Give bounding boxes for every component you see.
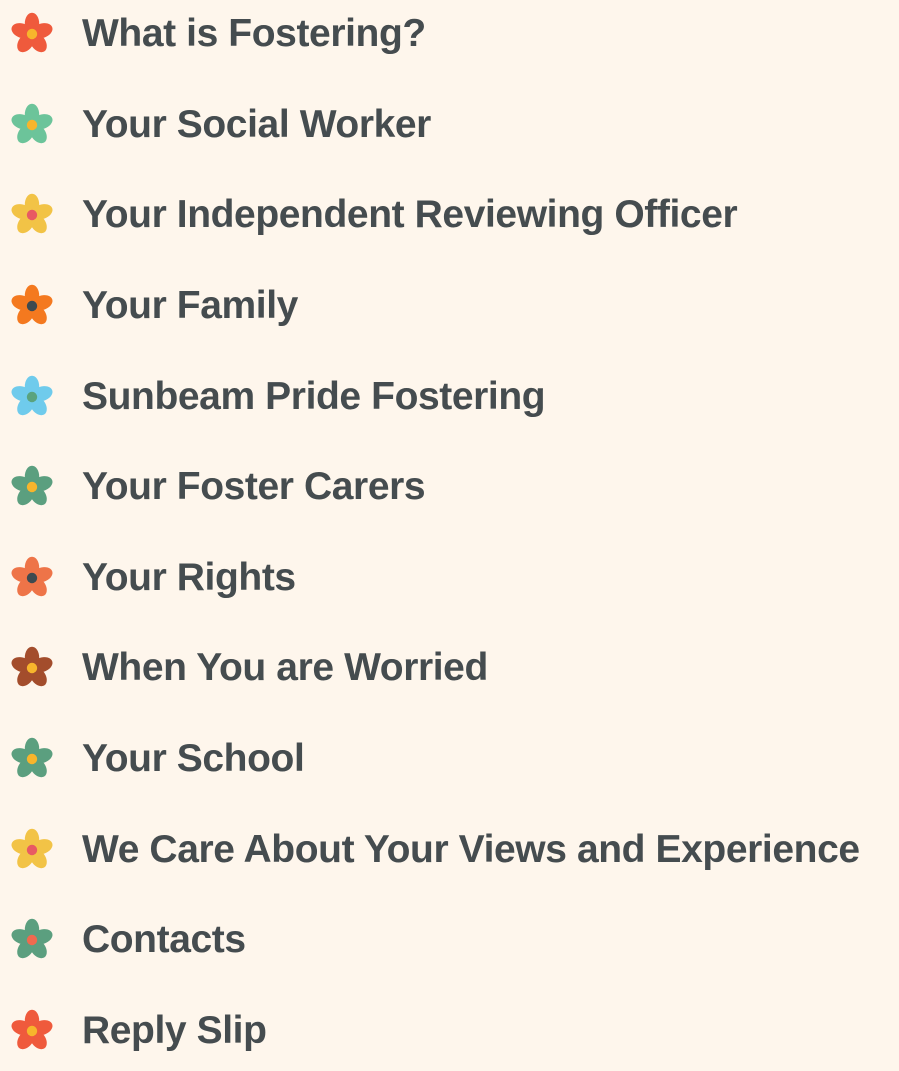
flower-icon-graphic [11, 465, 53, 506]
flower-icon-graphic [11, 284, 53, 325]
flower-icon [9, 374, 55, 420]
flower-icon-graphic [11, 737, 53, 778]
flower-icon [9, 555, 55, 601]
menu-item-label: Reply Slip [82, 1009, 267, 1052]
flower-center [26, 572, 38, 584]
flower-icon-graphic [11, 375, 53, 416]
flower-center [26, 1025, 38, 1037]
flower-center [26, 391, 38, 403]
menu-item-your-foster-carers[interactable]: Your Foster Carers [0, 447, 899, 527]
menu-item-your-family[interactable]: Your Family [0, 266, 899, 346]
flower-icon [9, 736, 55, 782]
flower-icon [9, 827, 55, 873]
menu-item-label: Your Independent Reviewing Officer [82, 193, 738, 236]
menu-item-contacts[interactable]: Contacts [0, 900, 899, 980]
menu-item-reply-slip[interactable]: Reply Slip [0, 991, 899, 1071]
menu-item-your-social-worker[interactable]: Your Social Worker [0, 85, 899, 165]
flower-icon-graphic [11, 828, 53, 869]
menu-item-independent-reviewing-officer[interactable]: Your Independent Reviewing Officer [0, 175, 899, 255]
menu-item-label: Your Family [82, 284, 298, 327]
flower-center [26, 662, 38, 674]
menu-item-label: What is Fostering? [82, 12, 426, 55]
menu-item-label: Your Rights [82, 556, 296, 599]
menu-item-label: Sunbeam Pride Fostering [82, 375, 546, 418]
flower-icon-graphic [11, 12, 53, 53]
menu-item-label: We Care About Your Views and Experience [82, 828, 860, 871]
menu-item-label: Your Social Worker [82, 103, 431, 146]
flower-icon [9, 11, 55, 57]
menu-item-what-is-fostering[interactable]: What is Fostering? [0, 0, 899, 74]
menu-item-sunbeam-pride-fostering[interactable]: Sunbeam Pride Fostering [0, 357, 899, 437]
flower-icon [9, 917, 55, 963]
flower-icon [9, 192, 55, 238]
flower-center [26, 209, 38, 221]
flower-icon-graphic [11, 918, 53, 959]
menu-item-label: Your School [82, 737, 305, 780]
flower-icon [9, 1008, 55, 1054]
flower-center [26, 934, 38, 946]
menu-item-your-rights[interactable]: Your Rights [0, 538, 899, 618]
flower-icon [9, 464, 55, 510]
flower-center [26, 753, 38, 765]
menu-item-label: When You are Worried [82, 646, 488, 689]
flower-center [26, 844, 38, 856]
menu-item-views-and-experience[interactable]: We Care About Your Views and Experience [0, 810, 899, 890]
flower-icon-graphic [11, 193, 53, 234]
menu-item-label: Contacts [82, 918, 246, 961]
flower-icon-graphic [11, 646, 53, 687]
flower-icon [9, 645, 55, 691]
flower-center [26, 28, 38, 40]
flower-icon [9, 283, 55, 329]
flower-center [26, 300, 38, 312]
flower-icon-graphic [11, 103, 53, 144]
flower-icon-graphic [11, 556, 53, 597]
flower-icon-graphic [11, 1009, 53, 1050]
flower-center [26, 119, 38, 131]
menu-item-when-you-are-worried[interactable]: When You are Worried [0, 628, 899, 708]
menu-item-label: Your Foster Carers [82, 465, 426, 508]
flower-icon [9, 102, 55, 148]
flower-center [26, 481, 38, 493]
menu-item-your-school[interactable]: Your School [0, 719, 899, 799]
